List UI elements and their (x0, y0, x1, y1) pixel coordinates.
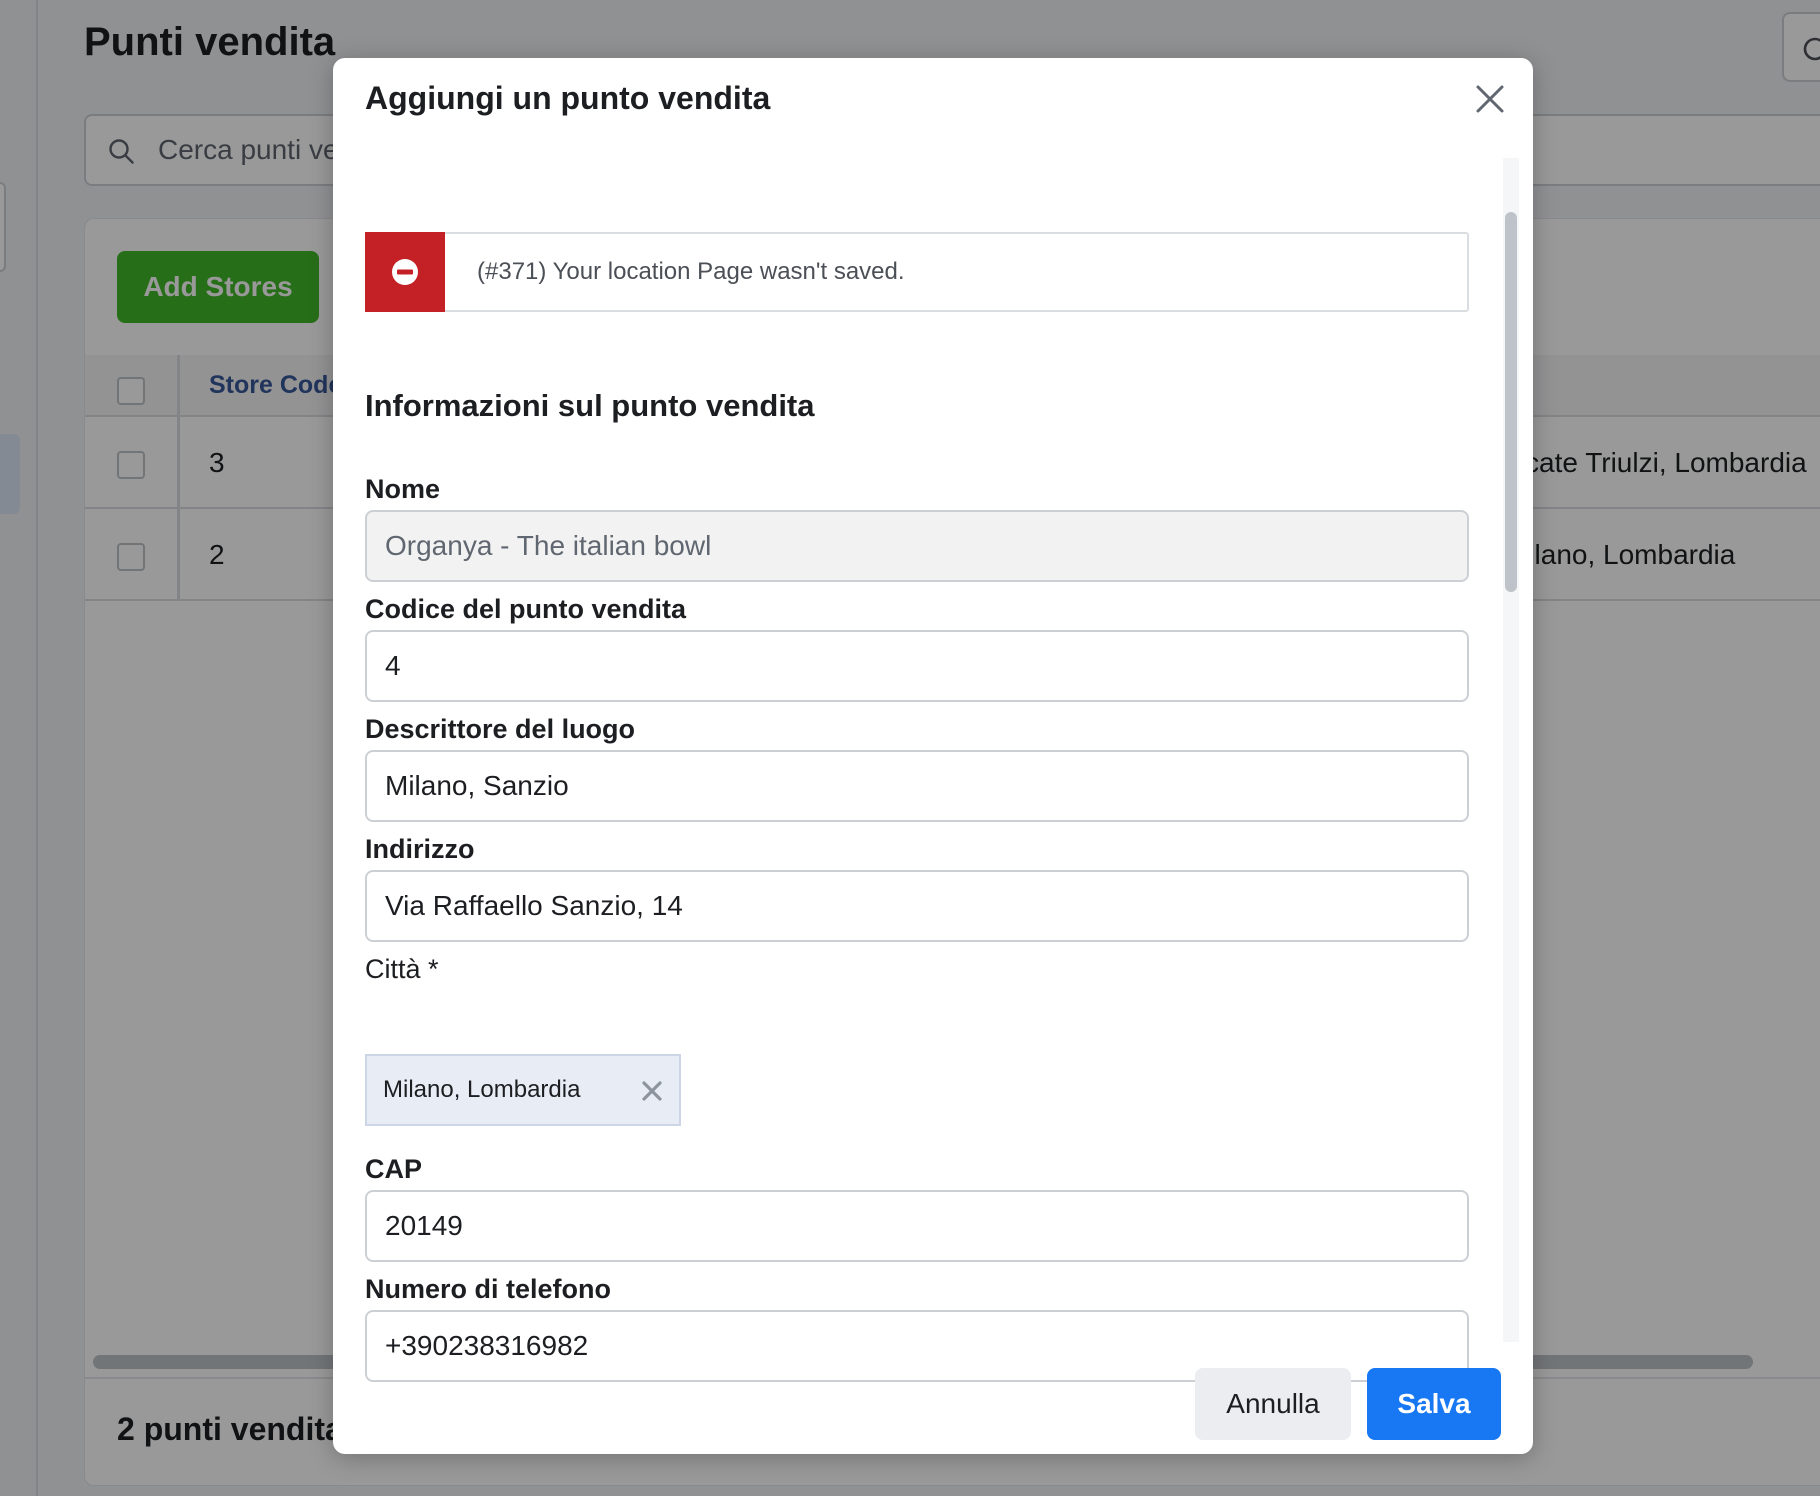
remove-icon[interactable] (639, 1078, 665, 1104)
dialog-footer: Annulla Salva (333, 1348, 1533, 1454)
error-message: (#371) Your location Page wasn't saved. (477, 258, 905, 285)
close-button[interactable] (1473, 82, 1507, 116)
error-icon-box (365, 232, 445, 312)
zip-field[interactable]: 20149 (365, 1190, 1469, 1262)
add-store-dialog: Aggiungi un punto vendita (#371) Your lo… (333, 58, 1533, 1454)
store-code-field[interactable]: 4 (365, 630, 1469, 702)
save-button[interactable]: Salva (1367, 1368, 1501, 1440)
error-alert: (#371) Your location Page wasn't saved. (365, 232, 1469, 312)
zip-label: CAP (365, 1154, 423, 1184)
location-descriptor-label: Descrittore del luogo (365, 714, 636, 744)
section-title: Informazioni sul punto vendita (365, 388, 815, 423)
name-label: Nome (365, 474, 441, 504)
dialog-body: (#371) Your location Page wasn't saved. … (333, 148, 1513, 1382)
city-token[interactable]: Milano, Lombardia (365, 1054, 681, 1126)
location-descriptor-field[interactable]: Milano, Sanzio (365, 750, 1469, 822)
city-token-label: Milano, Lombardia (383, 1076, 581, 1103)
store-code-label: Codice del punto vendita (365, 594, 687, 624)
cancel-button[interactable]: Annulla (1195, 1368, 1351, 1440)
city-label: Città * (365, 954, 439, 984)
dialog-title: Aggiungi un punto vendita (365, 80, 771, 116)
address-field[interactable]: Via Raffaello Sanzio, 14 (365, 870, 1469, 942)
name-field: Organya - The italian bowl (365, 510, 1469, 582)
address-label: Indirizzo (365, 834, 475, 864)
no-entry-icon (392, 259, 418, 285)
close-icon (1476, 85, 1504, 113)
phone-label: Numero di telefono (365, 1274, 612, 1304)
